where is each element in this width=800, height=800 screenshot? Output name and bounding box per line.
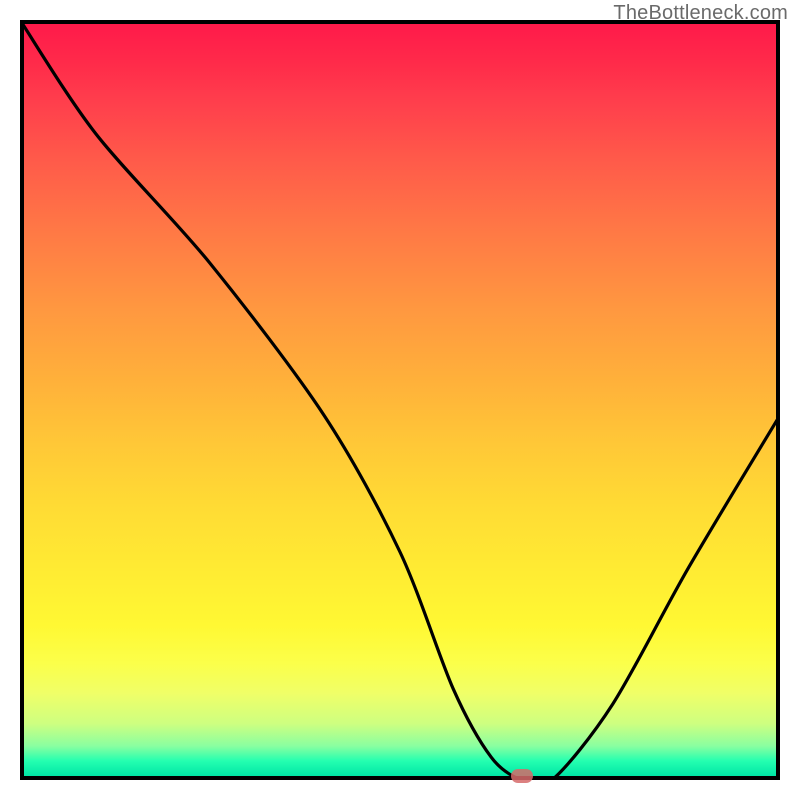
watermark-text: TheBottleneck.com	[613, 2, 788, 25]
chart-container: TheBottleneck.com	[0, 0, 800, 800]
chart-plot-area	[20, 20, 780, 780]
